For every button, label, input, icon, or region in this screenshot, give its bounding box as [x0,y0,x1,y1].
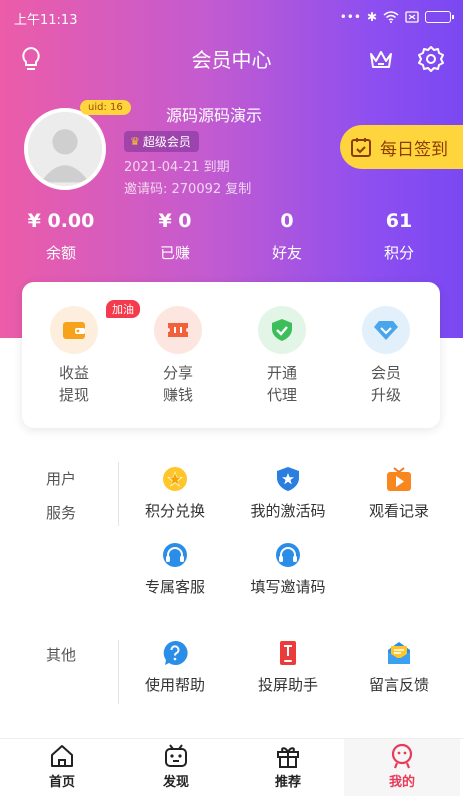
action-label-line1: 分享 [162,364,193,382]
stat-value: 0 [280,210,294,232]
diamond-icon [362,306,410,354]
stat-balance[interactable]: ¥ 0.00 余额 [6,210,116,263]
stat-value: 61 [385,210,413,232]
service-help[interactable]: 使用帮助 [120,640,230,695]
invite-code[interactable]: 邀请码: 270092 复制 [124,178,251,197]
tab-label: 发现 [162,775,189,790]
wifi-icon [383,11,399,23]
cast-icon [275,640,301,666]
service-fill-invite[interactable]: 填写邀请码 [233,542,343,597]
crown-icon[interactable] [366,44,396,74]
vip-level: 超级会员 [142,135,191,149]
tab-discover[interactable]: 发现 [118,739,234,796]
mail-icon [386,640,412,666]
stat-points[interactable]: 61 积分 [344,210,454,263]
action-agent[interactable]: 开通 代理 [230,306,334,406]
bluetooth-icon: ✱ [366,10,377,24]
stat-label: 积分 [383,244,414,262]
battery-icon [425,11,454,23]
action-card: 收益 提现 加油 分享 赚钱 开通 代理 会员 升级 [22,282,440,428]
service-label: 专属客服 [144,578,205,596]
tab-home[interactable]: 首页 [4,739,120,796]
service-points-exchange[interactable]: 积分兑换 [120,466,230,521]
status-bar: 上午11:13 ••• ✱ [0,0,463,34]
service-label: 积分兑换 [144,502,205,520]
stat-value: ¥ 0.00 [27,210,95,232]
tab-label: 我的 [388,775,415,790]
checkin-label: 每日签到 [380,139,448,160]
crown-small-icon: ♛ [130,135,140,148]
action-upgrade[interactable]: 会员 升级 [334,306,438,406]
section-label-user-services-2: 服务 [46,504,77,522]
section-label-user-services-1: 用户 [46,470,77,488]
headset-icon [275,542,301,568]
calendar-check-icon [351,138,371,157]
service-feedback[interactable]: 留言反馈 [344,640,454,695]
bottom-nav: 首页 发现 推荐 我的 [0,738,463,796]
action-label-line2: 升级 [370,386,401,404]
action-share[interactable]: 分享 赚钱 [126,306,230,406]
shield-check-icon [258,306,306,354]
tab-label: 推荐 [274,775,301,790]
signal-dots-icon: ••• [339,10,361,24]
service-activation-code[interactable]: 我的激活码 [233,466,343,521]
home-icon [49,743,75,769]
action-label-line2: 赚钱 [162,386,193,404]
action-label-line1: 开通 [266,364,297,382]
ticket-icon [154,306,202,354]
section-divider [118,640,119,704]
stat-value: ¥ 0 [158,210,192,232]
play-icon [386,466,412,492]
action-label-line2: 提现 [58,386,89,404]
service-customer-support[interactable]: 专属客服 [120,542,230,597]
stat-label: 好友 [271,244,302,262]
tab-recommend[interactable]: 推荐 [230,739,346,796]
sim-icon [405,11,419,23]
service-label: 使用帮助 [144,676,205,694]
stat-label: 余额 [45,244,76,262]
section-divider [118,462,119,526]
stat-friends[interactable]: 0 好友 [232,210,342,263]
help-icon [162,640,188,666]
badge-star-icon [275,466,301,492]
service-label: 投屏助手 [257,676,318,694]
action-label-line2: 代理 [266,386,297,404]
tab-label: 首页 [48,775,75,790]
expire-date: 2021-04-21 到期 [124,160,230,175]
status-time: 上午11:13 [14,13,78,28]
robot-icon [163,743,189,769]
tab-mine[interactable]: 我的 [344,739,460,796]
action-withdraw[interactable]: 收益 提现 [22,306,126,406]
daily-checkin-button[interactable]: 每日签到 [340,125,463,169]
star-icon [162,466,188,492]
service-label: 观看记录 [368,502,429,520]
avatar[interactable] [24,108,106,190]
service-watch-history[interactable]: 观看记录 [344,466,454,521]
uid-badge: uid: 16 [80,100,131,115]
stat-earned[interactable]: ¥ 0 已赚 [120,210,230,263]
action-label-line1: 会员 [370,364,401,382]
service-label: 留言反馈 [368,676,429,694]
service-label: 填写邀请码 [250,578,326,596]
action-label-line1: 收益 [58,364,89,382]
vip-badge: ♛ 超级会员 [124,131,199,152]
service-label: 我的激活码 [250,502,326,520]
username: 源码源码演示 [166,106,263,125]
status-icons: ••• ✱ [339,10,454,24]
headset-icon [162,542,188,568]
wallet-icon [50,306,98,354]
profile-face-icon [389,743,415,769]
gear-icon[interactable] [416,44,446,74]
section-label-other: 其他 [46,646,77,664]
gift-icon [275,743,301,769]
stat-label: 已赚 [159,244,190,262]
service-cast[interactable]: 投屏助手 [233,640,343,695]
